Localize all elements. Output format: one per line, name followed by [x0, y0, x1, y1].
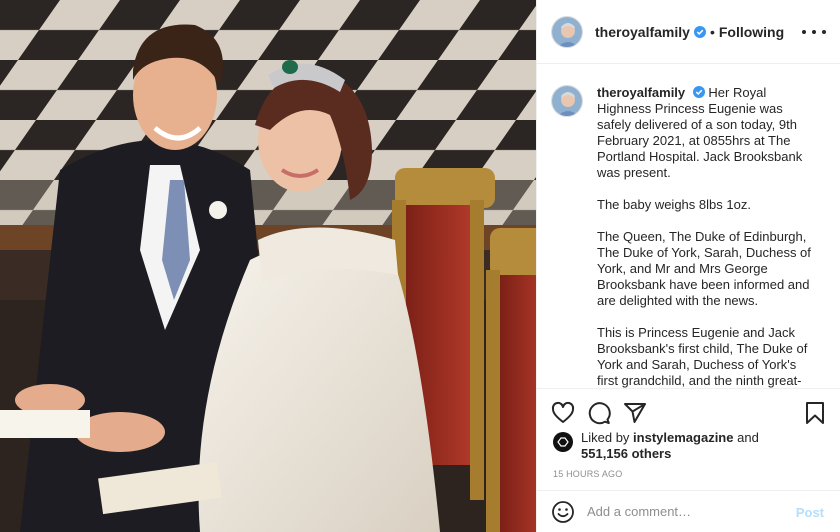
heart-icon[interactable] [551, 401, 575, 425]
share-icon[interactable] [623, 401, 647, 425]
caption-paragraph: The baby weighs 8lbs 1oz. [597, 197, 751, 212]
caption-text: theroyalfamily Her Royal Highness Prince… [597, 85, 815, 388]
caption-paragraph: This is Princess Eugenie and Jack Brooks… [597, 325, 808, 388]
caption-row: theroyalfamily Her Royal Highness Prince… [551, 85, 824, 388]
chair [486, 228, 536, 532]
avatar[interactable] [551, 85, 583, 117]
avatar[interactable] [551, 15, 583, 48]
comment-box: Post [537, 490, 840, 532]
verified-badge-icon [693, 25, 706, 38]
likes-text: Liked by instylemagazine and 551,156 oth… [581, 430, 759, 462]
liker-username-link[interactable]: instylemagazine [633, 430, 733, 445]
caption-area[interactable]: theroyalfamily Her Royal Highness Prince… [537, 65, 840, 388]
caption-paragraph: The Queen, The Duke of Edinburgh, The Du… [597, 229, 811, 308]
more-options-icon[interactable] [802, 22, 826, 42]
post-details-panel: theroyalfamily • Following theroyalfamil… [536, 0, 840, 532]
comment-icon[interactable] [587, 401, 611, 425]
action-bar [537, 388, 840, 434]
caption-username-link[interactable]: theroyalfamily [597, 85, 685, 100]
following-button[interactable]: Following [719, 24, 784, 40]
liker-avatar[interactable] [553, 432, 573, 452]
likes-count-link[interactable]: 551,156 others [581, 446, 671, 461]
emoji-icon[interactable] [551, 500, 575, 524]
likes-and: and [737, 430, 759, 445]
bookmark-icon[interactable] [803, 401, 827, 425]
post-comment-button[interactable]: Post [796, 505, 824, 520]
likes-summary: Liked by instylemagazine and 551,156 oth… [553, 430, 830, 462]
liked-by-prefix: Liked by [581, 430, 630, 445]
username-link[interactable]: theroyalfamily [595, 24, 690, 40]
verified-badge-icon [692, 86, 705, 98]
comment-input[interactable] [587, 504, 787, 519]
timestamp[interactable]: 15 HOURS AGO [553, 469, 622, 479]
post-header: theroyalfamily • Following [537, 0, 840, 64]
post-photo[interactable] [0, 0, 536, 532]
separator-dot: • [709, 23, 715, 40]
